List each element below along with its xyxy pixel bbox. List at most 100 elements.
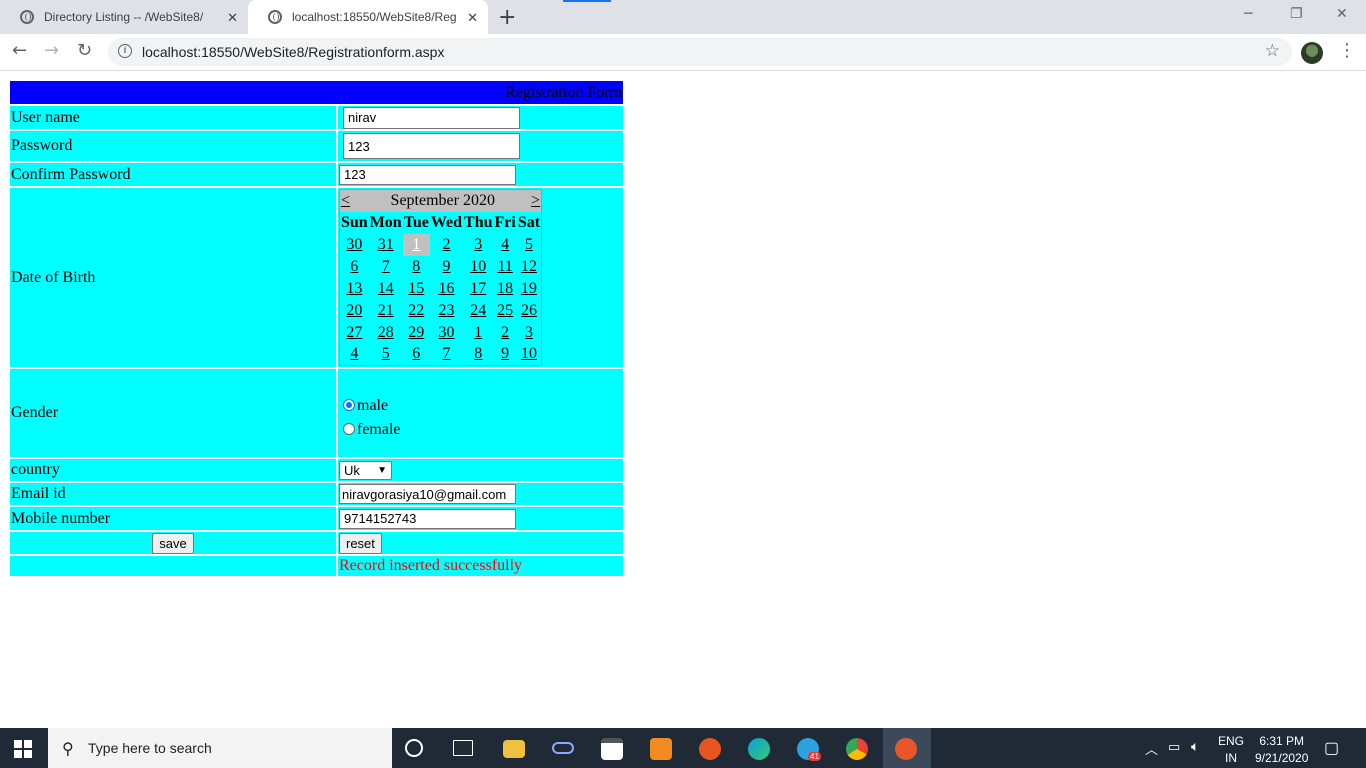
calendar-day-link[interactable]: 5 bbox=[382, 345, 390, 362]
form-header: Registration Form bbox=[10, 81, 623, 104]
email-input[interactable] bbox=[339, 484, 516, 504]
calendar-day-link[interactable]: 12 bbox=[521, 258, 537, 275]
chrome-icon[interactable] bbox=[846, 738, 868, 760]
language-indicator[interactable]: ENG IN bbox=[1218, 734, 1244, 765]
calendar-day-link[interactable]: 2 bbox=[501, 324, 509, 341]
reset-button[interactable]: reset bbox=[339, 532, 382, 554]
gender-option-male[interactable]: male bbox=[339, 397, 622, 415]
forward-arrow-icon[interactable]: → bbox=[44, 40, 59, 61]
sublime-text-icon[interactable] bbox=[650, 738, 672, 760]
calendar-day-cell: 13 bbox=[340, 278, 369, 300]
calendar-day-link[interactable]: 9 bbox=[442, 258, 450, 275]
calendar-day-link[interactable]: 11 bbox=[497, 258, 512, 275]
calendar-day-link[interactable]: 18 bbox=[497, 280, 513, 297]
calendar-day-link[interactable]: 5 bbox=[525, 236, 533, 253]
back-arrow-icon[interactable]: ← bbox=[12, 40, 27, 61]
new-tab-icon[interactable]: + bbox=[498, 5, 516, 30]
calendar-day-link[interactable]: 23 bbox=[438, 302, 454, 319]
calendar-day-link[interactable]: 7 bbox=[442, 345, 450, 362]
calendar-day-link[interactable]: 10 bbox=[470, 258, 486, 275]
country-selected-value: Uk bbox=[344, 462, 360, 478]
calendar-day-link[interactable]: 1 bbox=[412, 236, 420, 253]
clock[interactable]: 6:31 PM 9/21/2020 bbox=[1255, 734, 1308, 765]
browser-toolbar: ← → ↻ i localhost:18550/WebSite8/Registr… bbox=[0, 34, 1366, 71]
country-select[interactable]: Uk ▼ bbox=[339, 460, 392, 480]
calendar-day-link[interactable]: 30 bbox=[438, 324, 454, 341]
reload-icon[interactable]: ↻ bbox=[77, 40, 92, 61]
calendar-day-link[interactable]: 2 bbox=[442, 236, 450, 253]
windows-start-icon[interactable] bbox=[14, 740, 32, 758]
confirm-password-input[interactable] bbox=[339, 164, 516, 185]
calendar-day-link[interactable]: 31 bbox=[378, 236, 394, 253]
chevron-up-icon[interactable]: ︿ bbox=[1145, 739, 1158, 758]
calendar-day-link[interactable]: 22 bbox=[408, 302, 424, 319]
username-input[interactable] bbox=[343, 106, 520, 129]
calendar-day-link[interactable]: 9 bbox=[501, 345, 509, 362]
close-icon[interactable]: ✕ bbox=[467, 10, 478, 26]
file-explorer-icon[interactable] bbox=[503, 740, 525, 758]
task-view-icon[interactable] bbox=[453, 740, 473, 756]
calendar-day-cell: 3 bbox=[463, 234, 493, 256]
store-icon[interactable] bbox=[601, 738, 623, 760]
calendar-day-link[interactable]: 19 bbox=[521, 280, 537, 297]
calendar-day-link[interactable]: 4 bbox=[501, 236, 509, 253]
calendar-day-link[interactable]: 13 bbox=[346, 280, 362, 297]
minimize-icon[interactable]: ─ bbox=[1244, 6, 1252, 22]
notification-icon[interactable]: ▢ bbox=[1324, 738, 1339, 758]
close-window-icon[interactable]: ✕ bbox=[1336, 6, 1348, 22]
calendar-day-link[interactable]: 7 bbox=[382, 258, 390, 275]
calendar-day-link[interactable]: 6 bbox=[412, 345, 420, 362]
kebab-menu-icon[interactable]: ⋮ bbox=[1338, 40, 1356, 61]
address-bar[interactable]: i localhost:18550/WebSite8/Registrationf… bbox=[108, 38, 1292, 66]
info-icon[interactable]: i bbox=[118, 44, 132, 58]
restore-icon[interactable]: ❐ bbox=[1290, 6, 1303, 22]
calendar-day-cell: 7 bbox=[430, 344, 463, 366]
profile-avatar[interactable] bbox=[1301, 42, 1323, 64]
password-input[interactable] bbox=[343, 133, 520, 159]
calendar-day-cell: 11 bbox=[494, 256, 517, 278]
cortana-icon[interactable] bbox=[405, 739, 423, 757]
calendar-day-link[interactable]: 25 bbox=[497, 302, 513, 319]
calendar-day-link[interactable]: 28 bbox=[378, 324, 394, 341]
email-label: Email id bbox=[10, 483, 336, 505]
calendar-day-link[interactable]: 6 bbox=[350, 258, 358, 275]
calendar-day-link[interactable]: 3 bbox=[525, 324, 533, 341]
calendar-day-link[interactable]: 3 bbox=[474, 236, 482, 253]
female-radio[interactable] bbox=[343, 423, 355, 435]
active-app-icon[interactable] bbox=[895, 738, 917, 760]
calendar-day-link[interactable]: 4 bbox=[350, 345, 358, 362]
calendar-prev-link[interactable]: < bbox=[341, 192, 350, 209]
calendar-day-link[interactable]: 29 bbox=[408, 324, 424, 341]
calendar-day-link[interactable]: 14 bbox=[378, 280, 394, 297]
tab-directory-listing[interactable]: Directory Listing -- /WebSite8/ ✕ bbox=[0, 0, 248, 34]
gender-option-female[interactable]: female bbox=[339, 421, 622, 439]
region-code: IN bbox=[1225, 751, 1237, 765]
edge-icon[interactable] bbox=[748, 738, 770, 760]
calendar-day-link[interactable]: 21 bbox=[378, 302, 394, 319]
calendar-day-link[interactable]: 8 bbox=[412, 258, 420, 275]
mobile-input[interactable] bbox=[339, 508, 516, 529]
calendar-day-link[interactable]: 8 bbox=[474, 345, 482, 362]
calendar-day-link[interactable]: 15 bbox=[408, 280, 424, 297]
male-radio[interactable] bbox=[343, 399, 355, 411]
calendar-day-link[interactable]: 10 bbox=[521, 345, 537, 362]
visual-studio-icon[interactable] bbox=[552, 742, 574, 754]
taskbar-search-box[interactable]: ⚲ Type here to search bbox=[48, 728, 392, 768]
battery-icon[interactable]: ▭ bbox=[1168, 739, 1180, 755]
bookmark-star-icon[interactable]: ☆ bbox=[1265, 41, 1280, 61]
ubuntu-icon[interactable] bbox=[699, 738, 721, 760]
calendar-weekday: Mon bbox=[369, 213, 402, 231]
calendar-day-link[interactable]: 30 bbox=[346, 236, 362, 253]
tab-registration-form[interactable]: localhost:18550/WebSite8/Registrationfor… bbox=[248, 0, 488, 34]
calendar-day-link[interactable]: 16 bbox=[438, 280, 454, 297]
calendar-day-link[interactable]: 1 bbox=[474, 324, 482, 341]
calendar-day-link[interactable]: 17 bbox=[470, 280, 486, 297]
volume-icon[interactable]: 🔈︎ bbox=[1191, 738, 1199, 755]
save-button[interactable]: save bbox=[152, 532, 194, 554]
calendar-day-link[interactable]: 24 bbox=[470, 302, 486, 319]
calendar-day-link[interactable]: 20 bbox=[346, 302, 362, 319]
close-icon[interactable]: ✕ bbox=[227, 10, 238, 26]
calendar-next-link[interactable]: > bbox=[531, 192, 540, 209]
calendar-day-link[interactable]: 26 bbox=[521, 302, 537, 319]
calendar-day-link[interactable]: 27 bbox=[346, 324, 362, 341]
